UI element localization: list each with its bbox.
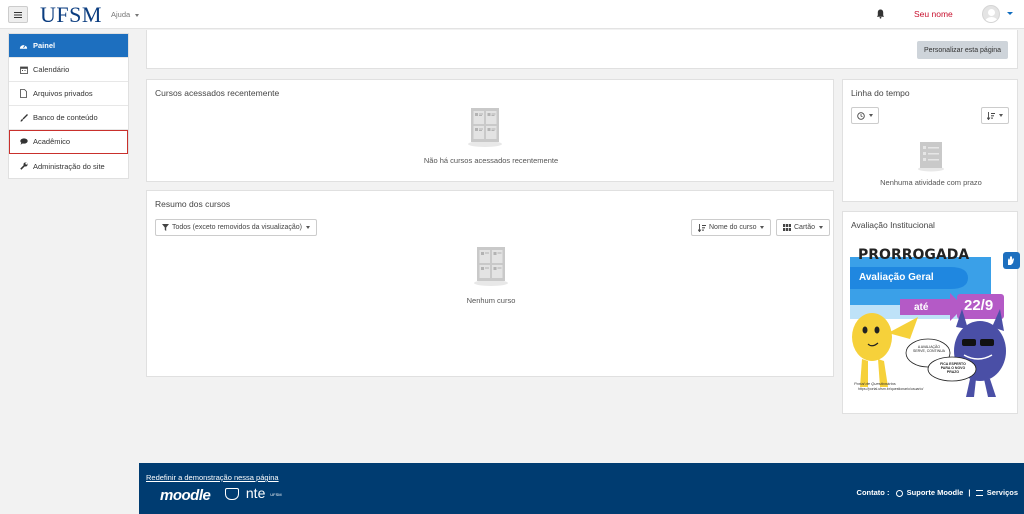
sidebar-item-label: Painel xyxy=(33,41,56,50)
sidebar-item-label: Acadêmico xyxy=(33,137,71,146)
nte-logo-text: nte xyxy=(245,485,266,501)
accessibility-button[interactable] xyxy=(1003,252,1020,269)
chevron-down-icon xyxy=(305,226,310,229)
courses-empty-icon xyxy=(474,247,508,286)
sidebar-item-calendario[interactable]: Calendário xyxy=(9,58,128,82)
sidebar-item-banco[interactable]: Banco de conteúdo xyxy=(9,106,128,130)
help-menu[interactable]: Ajuda xyxy=(111,10,140,19)
sidebar-item-administracao[interactable]: Administração do site xyxy=(9,154,128,178)
view-label: Cartão xyxy=(794,224,816,231)
chevron-down-icon xyxy=(760,226,765,229)
banner-speech-right: FICA ESPERTO PARA O NOVO PRAZO xyxy=(940,362,966,375)
grid-icon xyxy=(783,224,791,231)
bell-icon[interactable] xyxy=(876,9,885,19)
sidebar-item-label: Administração do site xyxy=(33,161,105,171)
site-footer: Redefinir a demonstração nessa página mo… xyxy=(139,463,1024,514)
footer-contact: Contato : Suporte Moodle | Serviços xyxy=(857,488,1018,497)
timeline-sort-button[interactable] xyxy=(981,107,1009,124)
reset-demo-link[interactable]: Redefinir a demonstração nessa página xyxy=(146,473,279,482)
sidebar-item-painel[interactable]: Painel xyxy=(9,34,128,58)
block-title: Cursos acessados recentemente xyxy=(155,88,280,98)
customize-page-button[interactable]: Personalizar esta página xyxy=(917,41,1009,59)
block-title: Resumo dos cursos xyxy=(155,199,231,209)
banner-headline: PRORROGADA xyxy=(858,247,970,263)
timeline-filter-button[interactable] xyxy=(851,107,879,124)
block-title: Linha do tempo xyxy=(851,88,910,98)
filter-label: Todos (exceto removidos da visualização) xyxy=(172,224,302,231)
sort-dropdown-button[interactable]: Nome do curso xyxy=(691,219,772,236)
evaluation-banner[interactable]: PRORROGADA Avaliação Geral até 22/9 A AV… xyxy=(850,247,1016,400)
paint-brush-icon xyxy=(19,113,28,122)
timeline-block: Linha do tempo Nenhuma atividade com pra… xyxy=(842,79,1018,202)
block-title: Avaliação Institucional xyxy=(851,220,935,230)
sidebar-item-arquivos[interactable]: Arquivos privados xyxy=(9,82,128,106)
filter-dropdown-button[interactable]: Todos (exceto removidos da visualização) xyxy=(155,219,317,236)
courses-empty-icon xyxy=(468,108,502,147)
banner-speech-left: A AVALIAÇÃO SERVE, CONTINUA xyxy=(912,345,946,354)
hamburger-icon xyxy=(14,11,22,18)
nte-logo-sub: UFSM xyxy=(270,491,282,497)
site-logo[interactable]: UFSM xyxy=(40,2,102,28)
menu-toggle-button[interactable] xyxy=(8,6,28,23)
accessibility-hands-icon xyxy=(1008,256,1014,265)
sort-icon xyxy=(987,111,995,120)
file-icon xyxy=(19,89,28,98)
help-menu-label: Ajuda xyxy=(111,10,131,19)
clock-icon xyxy=(857,111,865,120)
chevron-down-icon xyxy=(819,226,824,229)
support-link[interactable]: Suporte Moodle xyxy=(907,488,964,497)
avatar[interactable] xyxy=(982,5,1000,23)
banner-url: https://portal.ufsm.br/questionario/usua… xyxy=(858,387,924,391)
nte-logo-icon xyxy=(225,488,239,501)
dashboard-icon xyxy=(19,41,28,50)
wrench-icon xyxy=(19,162,28,171)
sort-label: Nome do curso xyxy=(709,224,757,231)
chevron-down-icon[interactable] xyxy=(1007,12,1013,15)
page-header-panel: Personalizar esta página xyxy=(146,30,1018,69)
services-link[interactable]: Serviços xyxy=(987,488,1018,497)
sidebar-item-label: Arquivos privados xyxy=(33,89,93,98)
sidebar-item-label: Banco de conteúdo xyxy=(33,113,98,122)
filter-icon xyxy=(162,224,169,231)
sidebar-nav: Painel Calendário Arquivos privados Banc… xyxy=(8,33,129,179)
footer-separator: | xyxy=(968,488,971,497)
sidebar-item-academico[interactable]: Acadêmico xyxy=(9,130,128,154)
empty-message: Nenhuma atividade com prazo xyxy=(880,178,982,187)
sidebar-item-label: Calendário xyxy=(33,65,70,74)
moodle-logo[interactable]: moodle xyxy=(160,487,211,504)
contact-label: Contato : xyxy=(856,488,890,497)
activities-empty-icon xyxy=(918,142,944,172)
banner-portal: Portal de Questionários xyxy=(854,381,896,386)
chevron-down-icon xyxy=(135,13,140,17)
banner-until: até xyxy=(914,302,929,313)
chevron-down-icon xyxy=(999,114,1003,117)
sort-icon xyxy=(698,223,706,232)
banner-subtitle: Avaliação Geral xyxy=(859,272,934,283)
banner-artwork xyxy=(850,257,1006,397)
calendar-icon xyxy=(19,65,28,74)
empty-message: Não há cursos acessados recentemente xyxy=(423,156,559,165)
empty-message: Nenhum curso xyxy=(466,296,516,305)
customize-page-label: Personalizar esta página xyxy=(924,46,1002,54)
list-icon xyxy=(975,490,983,497)
view-dropdown-button[interactable]: Cartão xyxy=(776,219,831,236)
recent-courses-block: Cursos acessados recentemente Não há cur… xyxy=(146,79,834,182)
nte-logo[interactable]: nte UFSM xyxy=(225,485,282,501)
chevron-down-icon xyxy=(869,114,873,117)
user-name[interactable]: Seu nome xyxy=(914,9,953,19)
course-overview-block: Resumo dos cursos Todos (exceto removido… xyxy=(146,190,834,377)
globe-icon xyxy=(895,489,903,497)
comment-icon xyxy=(19,137,28,146)
banner-date: 22/9 xyxy=(964,297,994,314)
top-navbar: UFSM Ajuda Seu nome xyxy=(0,0,1024,29)
